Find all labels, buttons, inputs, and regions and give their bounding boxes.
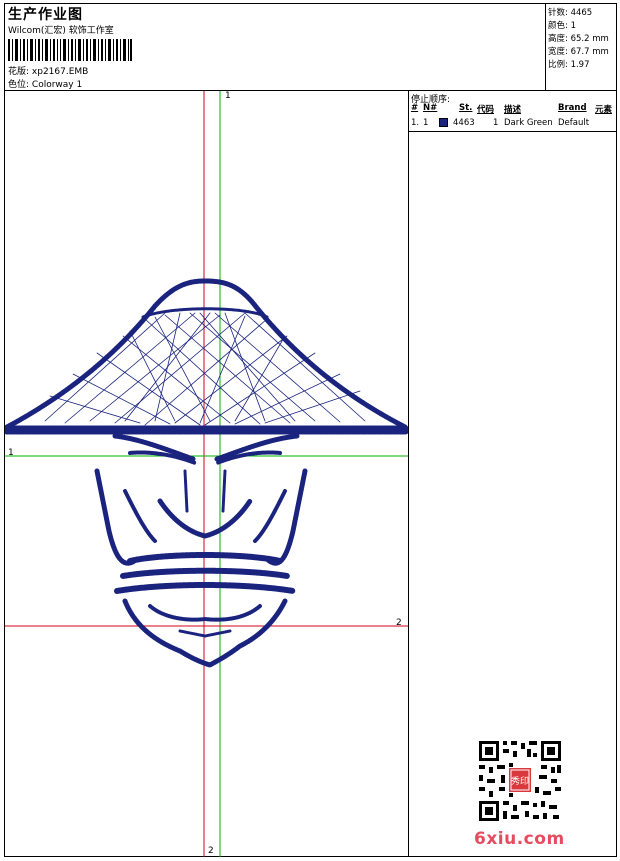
- design-preview: 1 1 2 2: [2, 91, 410, 857]
- row-brand: Default: [558, 118, 590, 128]
- col-index: #: [411, 103, 419, 113]
- row-index: 1.: [411, 118, 420, 128]
- embroidery-drawing: [2, 91, 410, 857]
- axis-label-v2: 2: [208, 846, 214, 856]
- row-needle: 1: [423, 118, 429, 128]
- col-needle: N#: [423, 103, 438, 113]
- axis-label-v1: 1: [225, 91, 231, 101]
- scale-ratio: 比例: 1.97: [548, 60, 590, 70]
- pattern-file: xp2167.EMB: [31, 67, 89, 77]
- qr-code[interactable]: 秀印: [476, 738, 564, 824]
- axis-label-h1: 1: [8, 448, 14, 458]
- stats-panel: 针数: 4465 颜色: 1 高度: 65.2 mm 宽度: 67.7 mm 比…: [545, 4, 617, 90]
- header-left: 生产作业图 Wilcom(汇宏) 软饰工作室 花版: xp2167.EMB 色位…: [5, 4, 546, 90]
- row-code: 1: [493, 118, 499, 128]
- col-element: 元素: [595, 105, 613, 115]
- embroidery-figure: [2, 278, 410, 668]
- col-brand: Brand: [558, 103, 587, 113]
- stitch-count: 针数: 4465: [548, 8, 593, 18]
- site-watermark: 6xiu.com: [474, 829, 565, 849]
- colorway-info: 色位: Colorway 1: [8, 80, 83, 90]
- colorway-value: Colorway 1: [31, 80, 83, 90]
- software-label: Wilcom(汇宏) 软饰工作室: [8, 26, 114, 36]
- row-description: Dark Green: [504, 118, 553, 128]
- pattern-info: 花版: xp2167.EMB: [8, 67, 89, 77]
- row-stitches: 4463: [453, 118, 475, 128]
- svg-text:秀印: 秀印: [511, 775, 529, 787]
- axis-label-h2: 2: [396, 618, 402, 628]
- color-swatch: [439, 118, 448, 127]
- col-stitches: St.: [459, 103, 473, 113]
- page-title: 生产作业图: [8, 7, 83, 23]
- design-height: 高度: 65.2 mm: [548, 34, 609, 44]
- production-sheet: 生产作业图 Wilcom(汇宏) 软饰工作室 花版: xp2167.EMB 色位…: [2, 3, 617, 857]
- design-width: 宽度: 67.7 mm: [548, 47, 609, 57]
- col-code: 代码: [477, 105, 495, 115]
- col-description: 描述: [504, 105, 522, 115]
- stop-sequence-divider: [409, 131, 617, 132]
- color-count: 颜色: 1: [548, 21, 576, 31]
- barcode: [8, 39, 132, 61]
